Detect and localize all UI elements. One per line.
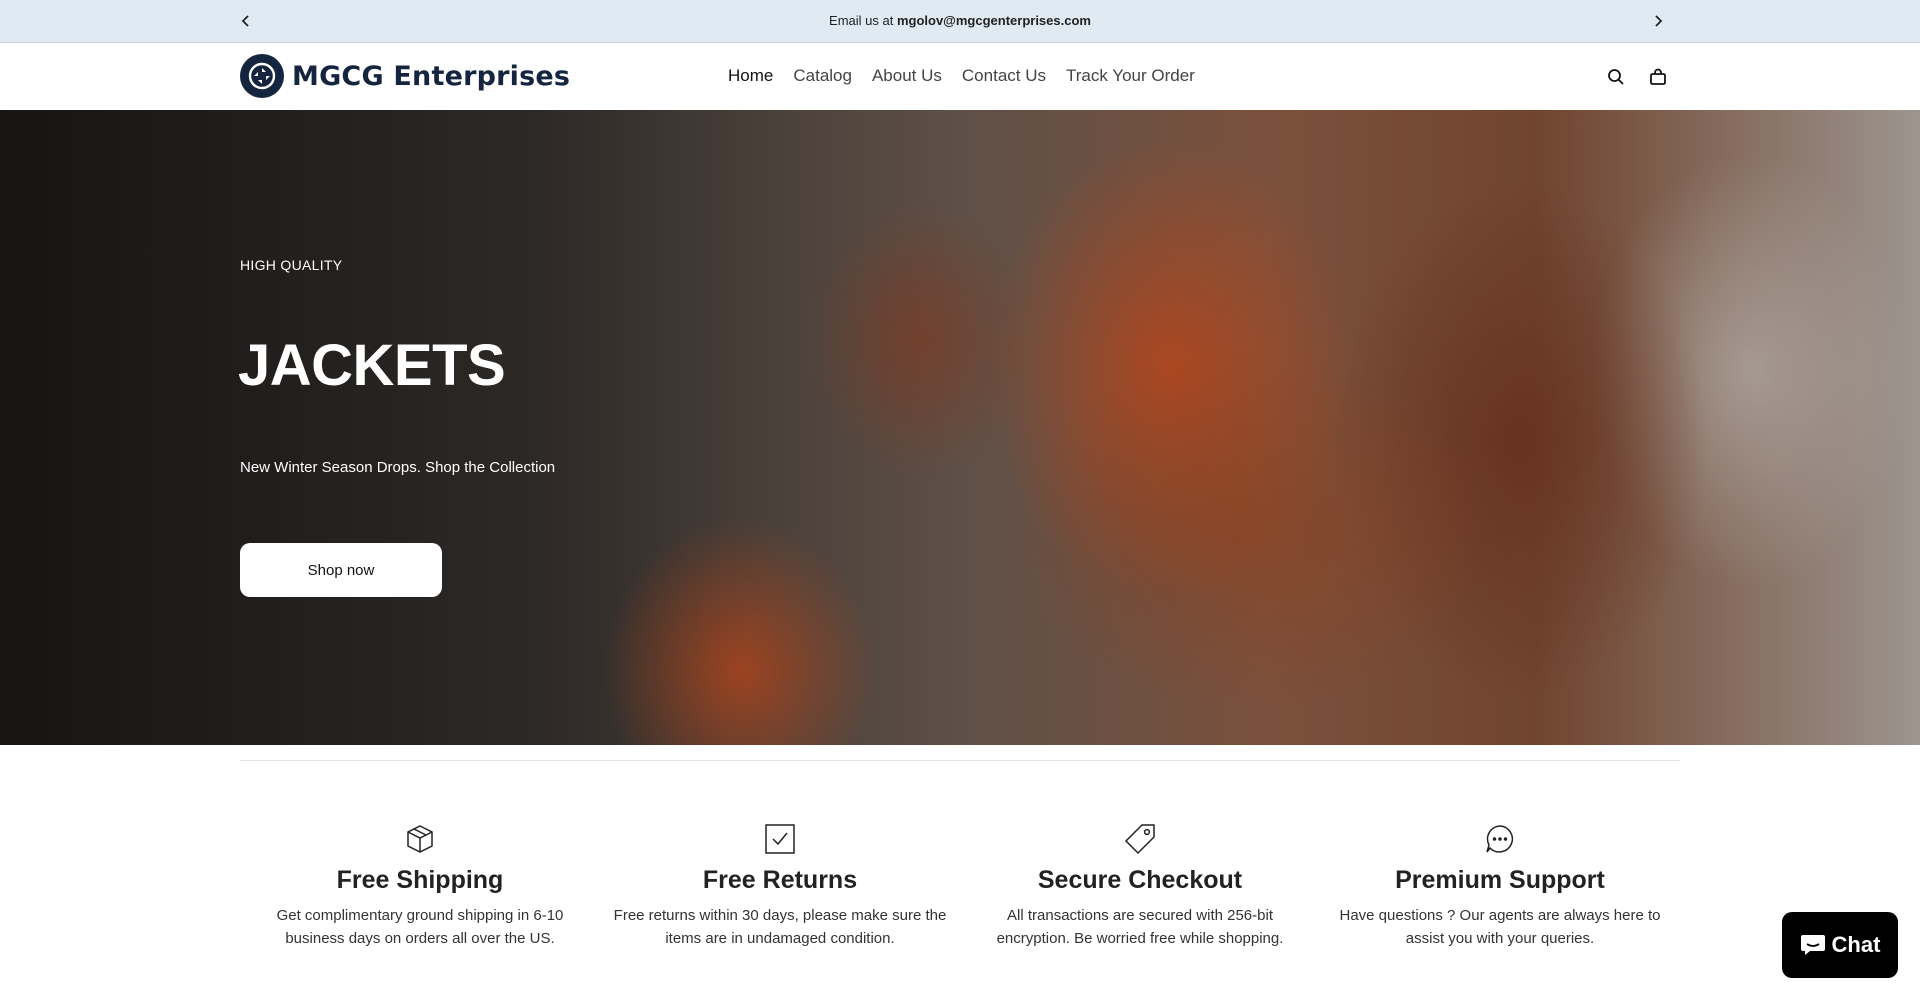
hero-eyebrow: HIGH QUALITY bbox=[240, 257, 343, 273]
brand-name: MGCG Enterprises bbox=[292, 60, 571, 92]
feature-text: Get complimentary ground shipping in 6-1… bbox=[276, 907, 564, 947]
feature-premium-support: Premium Support Have questions ? Our age… bbox=[1320, 822, 1680, 972]
feature-free-shipping: Free Shipping Get complimentary ground s… bbox=[240, 822, 600, 972]
cart-button[interactable] bbox=[1646, 65, 1670, 89]
tag-icon bbox=[1123, 822, 1157, 856]
feature-text: All transactions are secured with 256-bi… bbox=[996, 907, 1284, 947]
main-nav: Home Catalog About Us Contact Us Track Y… bbox=[718, 64, 1205, 88]
announcement-prefix: Email us at bbox=[829, 13, 897, 28]
feature-title: Premium Support bbox=[1395, 866, 1605, 894]
hero-image-overlay bbox=[0, 110, 1920, 745]
hero-banner: HIGH QUALITY JACKETS New Winter Season D… bbox=[0, 110, 1920, 745]
nav-contact-us[interactable]: Contact Us bbox=[952, 64, 1056, 88]
site-header: MGCG Enterprises Home Catalog About Us C… bbox=[0, 43, 1920, 110]
features-row: Free Shipping Get complimentary ground s… bbox=[240, 822, 1680, 972]
hero-subtitle: New Winter Season Drops. Shop the Collec… bbox=[240, 459, 556, 476]
box-icon bbox=[403, 822, 437, 856]
feature-title: Secure Checkout bbox=[1037, 866, 1243, 894]
nav-catalog[interactable]: Catalog bbox=[783, 64, 862, 88]
feature-title: Free Returns bbox=[702, 866, 858, 894]
hero-title: JACKETS bbox=[238, 333, 506, 398]
feature-free-returns: Free Returns Free returns within 30 days… bbox=[600, 822, 960, 972]
nav-home[interactable]: Home bbox=[718, 64, 783, 88]
search-icon bbox=[1608, 69, 1624, 85]
announcement-message: Email us at mgolov@mgcgenterprises.com bbox=[0, 13, 1920, 28]
shop-now-button[interactable]: Shop now bbox=[240, 543, 442, 597]
chat-icon bbox=[1800, 935, 1825, 955]
feature-text: Have questions ? Our agents are always h… bbox=[1339, 907, 1661, 947]
announcement-bar: Email us at mgolov@mgcgenterprises.com bbox=[0, 0, 1920, 43]
section-divider bbox=[240, 760, 1680, 761]
chat-button[interactable]: Chat bbox=[1782, 912, 1898, 978]
checkbox-icon bbox=[763, 822, 797, 856]
feature-text: Free returns within 30 days, please make… bbox=[613, 907, 947, 947]
feature-secure-checkout: Secure Checkout All transactions are sec… bbox=[960, 822, 1320, 972]
announcement-next-button[interactable] bbox=[1644, 8, 1672, 34]
nav-about-us[interactable]: About Us bbox=[862, 64, 952, 88]
search-button[interactable] bbox=[1604, 65, 1628, 89]
chevron-right-icon bbox=[1655, 15, 1663, 27]
announcement-email[interactable]: mgolov@mgcgenterprises.com bbox=[897, 13, 1091, 28]
logo-mark-icon bbox=[240, 54, 284, 98]
cart-icon bbox=[1650, 68, 1666, 85]
brand-logo[interactable]: MGCG Enterprises bbox=[240, 54, 570, 98]
chat-bubble-icon bbox=[1483, 822, 1517, 856]
chat-label: Chat bbox=[1831, 932, 1881, 957]
nav-track-order[interactable]: Track Your Order bbox=[1056, 64, 1205, 88]
feature-title: Free Shipping bbox=[336, 866, 504, 894]
